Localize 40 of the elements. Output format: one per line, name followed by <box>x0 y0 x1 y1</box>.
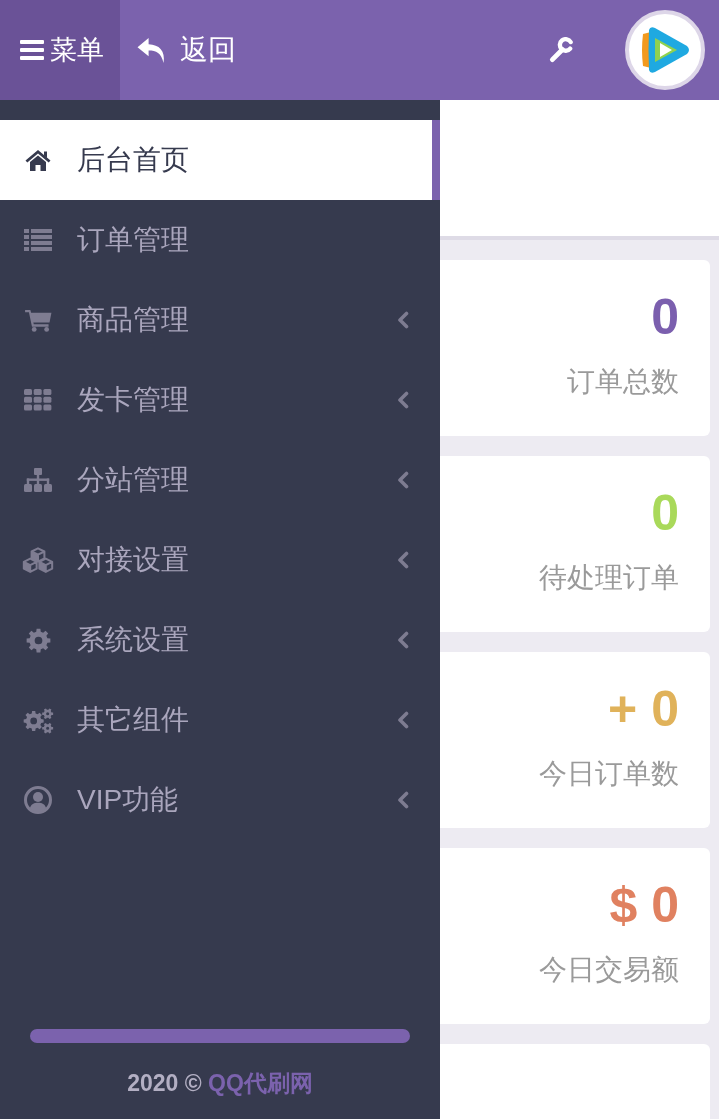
stat-label: 待处理订单 <box>538 561 679 595</box>
avatar-logo-icon[interactable] <box>625 10 705 90</box>
stat-value: $ 0 <box>608 876 679 935</box>
sidebar-item[interactable]: 系统设置 <box>0 600 440 680</box>
home-icon <box>25 149 51 171</box>
stat-value: 0 <box>650 288 679 347</box>
stat-value: 0 <box>650 484 679 543</box>
reply-arrow-icon <box>137 36 166 64</box>
chevron-left-icon <box>397 551 409 569</box>
sidebar-item[interactable]: 商品管理 <box>0 280 440 360</box>
sidebar-item[interactable]: 订单管理 <box>0 200 440 280</box>
menu-icon <box>20 40 44 60</box>
sidebar-item[interactable]: 其它组件 <box>0 680 440 760</box>
sidebar-item[interactable]: 后台首页 <box>0 120 440 200</box>
grid-icon <box>24 389 52 411</box>
copyright-text: 2020 © QQ代刷网 <box>126 1069 314 1097</box>
stat-label: 今日订单数 <box>538 757 679 791</box>
cart-icon <box>24 308 52 332</box>
sidebar-item[interactable]: VIP功能 <box>0 760 440 840</box>
stat-label: 今日交易额 <box>538 953 679 987</box>
stat-label: 订单总数 <box>566 365 679 399</box>
menu-button[interactable]: 菜单 <box>0 0 120 100</box>
back-button[interactable]: 返回 <box>137 0 236 100</box>
sidebar-item[interactable]: 发卡管理 <box>0 360 440 440</box>
sidebar-item[interactable]: 对接设置 <box>0 520 440 600</box>
cubes-icon <box>22 546 54 574</box>
chevron-left-icon <box>397 311 409 329</box>
list-icon <box>24 229 52 251</box>
gear-icon <box>25 627 51 653</box>
user-circle-icon <box>24 786 52 814</box>
chevron-left-icon <box>397 391 409 409</box>
wrench-icon[interactable] <box>548 36 575 64</box>
gears-icon <box>22 706 54 734</box>
sitemap-icon <box>24 468 52 492</box>
chevron-left-icon <box>397 631 409 649</box>
stat-value: + 0 <box>607 680 679 739</box>
chevron-left-icon <box>397 471 409 489</box>
sidebar-item[interactable]: 分站管理 <box>0 440 440 520</box>
chevron-left-icon <box>397 791 409 809</box>
chevron-left-icon <box>397 711 409 729</box>
